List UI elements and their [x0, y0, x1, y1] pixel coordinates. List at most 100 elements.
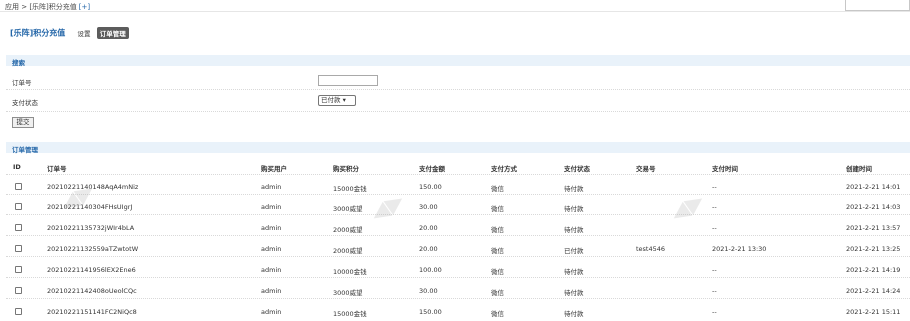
cell-amount: 20.00	[419, 245, 438, 253]
cell-created: 2021-2-21 14:03	[846, 203, 901, 211]
cell-order-no: 20210221140304FHsUIgrJ	[47, 203, 133, 211]
search-section-header: 搜索	[6, 55, 910, 67]
row-checkbox[interactable]	[15, 308, 22, 315]
cell-points: 2000威望	[333, 247, 363, 255]
cell-status: 已付款	[564, 247, 584, 255]
cell-method: 微信	[491, 247, 504, 255]
cell-points: 10000金钱	[333, 268, 367, 276]
cell-method: 微信	[491, 226, 504, 234]
cell-pay-time: --	[712, 183, 717, 191]
cell-points: 15000金钱	[333, 185, 367, 193]
tab-order-management[interactable]: 订单管理	[96, 27, 129, 39]
cell-points: 2000威望	[333, 226, 363, 234]
top-search-box[interactable]	[845, 0, 910, 11]
cell-amount: 20.00	[419, 224, 438, 232]
divider	[6, 174, 910, 175]
divider	[6, 256, 910, 257]
cell-amount: 30.00	[419, 287, 438, 295]
cell-status: 待付款	[564, 205, 584, 213]
cell-points: 15000金钱	[333, 310, 367, 318]
divider	[6, 298, 910, 299]
col-user: 购买用户	[261, 165, 287, 173]
breadcrumb: 应用 > [乐阵]积分充值 [+]	[5, 2, 90, 12]
cell-order-no: 20210221132559aTZwtotW	[47, 245, 139, 253]
col-pay-time: 支付时间	[712, 165, 738, 173]
cell-status: 待付款	[564, 185, 584, 193]
cell-method: 微信	[491, 185, 504, 193]
col-order-no: 订单号	[47, 165, 67, 173]
divider	[6, 235, 910, 236]
plugin-title: [乐阵]积分充值	[10, 28, 66, 38]
search-section-title: 搜索	[12, 59, 25, 67]
order-no-input[interactable]	[318, 75, 378, 86]
cell-pay-time: --	[712, 287, 717, 295]
cell-order-no: 20210221140148AqA4mNiz	[47, 183, 139, 191]
pay-status-label: 支付状态	[12, 99, 38, 107]
cell-pay-time: 2021-2-21 13:30	[712, 245, 767, 253]
cell-user: admin	[261, 203, 282, 211]
col-amount: 支付金额	[419, 165, 445, 173]
cell-method: 微信	[491, 289, 504, 297]
cell-status: 待付款	[564, 226, 584, 234]
tab-settings[interactable]: 设置	[78, 30, 91, 38]
cell-amount: 100.00	[419, 266, 442, 274]
divider	[6, 89, 910, 90]
cell-created: 2021-2-21 14:24	[846, 287, 901, 295]
col-method: 支付方式	[491, 165, 517, 173]
row-checkbox[interactable]	[15, 266, 22, 273]
row-checkbox[interactable]	[15, 245, 22, 252]
cell-amount: 30.00	[419, 203, 438, 211]
cell-order-no: 20210221151141FC2NiQc8	[47, 308, 137, 316]
pay-status-select[interactable]: 已付款 ▾	[318, 95, 356, 106]
cell-user: admin	[261, 183, 282, 191]
cell-method: 微信	[491, 268, 504, 276]
cell-user: admin	[261, 287, 282, 295]
cell-created: 2021-2-21 15:11	[846, 308, 901, 316]
cell-pay-time: --	[712, 203, 717, 211]
divider	[6, 277, 910, 278]
cell-status: 待付款	[564, 310, 584, 318]
cell-trade-no: test4546	[636, 245, 666, 253]
cell-points: 3000威望	[333, 205, 363, 213]
divider	[6, 214, 910, 215]
cell-method: 微信	[491, 310, 504, 318]
row-checkbox[interactable]	[15, 183, 22, 190]
breadcrumb-text[interactable]: 应用 > [乐阵]积分充值	[5, 3, 77, 11]
cell-user: admin	[261, 266, 282, 274]
col-created: 创建时间	[846, 165, 872, 173]
cell-amount: 150.00	[419, 308, 442, 316]
cell-status: 待付款	[564, 289, 584, 297]
orders-section-title: 订单管理	[12, 146, 38, 154]
col-points: 购买积分	[333, 165, 359, 173]
col-id: ID	[13, 163, 21, 171]
orders-section-header: 订单管理	[6, 142, 910, 154]
cell-created: 2021-2-21 13:25	[846, 245, 901, 253]
cell-order-no: 20210221142408oUeolCQc	[47, 287, 137, 295]
cell-pay-time: --	[712, 224, 717, 232]
row-checkbox[interactable]	[15, 203, 22, 210]
cell-order-no: 20210221135732jWIr4bLA	[47, 224, 135, 232]
cell-created: 2021-2-21 13:57	[846, 224, 901, 232]
cell-created: 2021-2-21 14:19	[846, 266, 901, 274]
cell-amount: 150.00	[419, 183, 442, 191]
top-bar: 应用 > [乐阵]积分充值 [+]	[0, 0, 910, 12]
col-trade-no: 交易号	[636, 165, 656, 173]
plugin-header: [乐阵]积分充值 设置 订单管理	[10, 27, 129, 39]
row-checkbox[interactable]	[15, 287, 22, 294]
divider	[6, 111, 910, 112]
row-checkbox[interactable]	[15, 224, 22, 231]
cell-pay-time: --	[712, 308, 717, 316]
cell-method: 微信	[491, 205, 504, 213]
submit-button[interactable]: 提交	[12, 117, 34, 128]
divider	[6, 194, 910, 195]
cell-user: admin	[261, 308, 282, 316]
cell-created: 2021-2-21 14:01	[846, 183, 901, 191]
cell-points: 3000威望	[333, 289, 363, 297]
cell-user: admin	[261, 245, 282, 253]
col-status: 支付状态	[564, 165, 590, 173]
order-no-label: 订单号	[12, 79, 32, 87]
cell-pay-time: --	[712, 266, 717, 274]
cell-status: 待付款	[564, 268, 584, 276]
cell-order-no: 20210221141956lEX2Ene6	[47, 266, 136, 274]
add-shortcut-link[interactable]: [+]	[79, 3, 90, 11]
